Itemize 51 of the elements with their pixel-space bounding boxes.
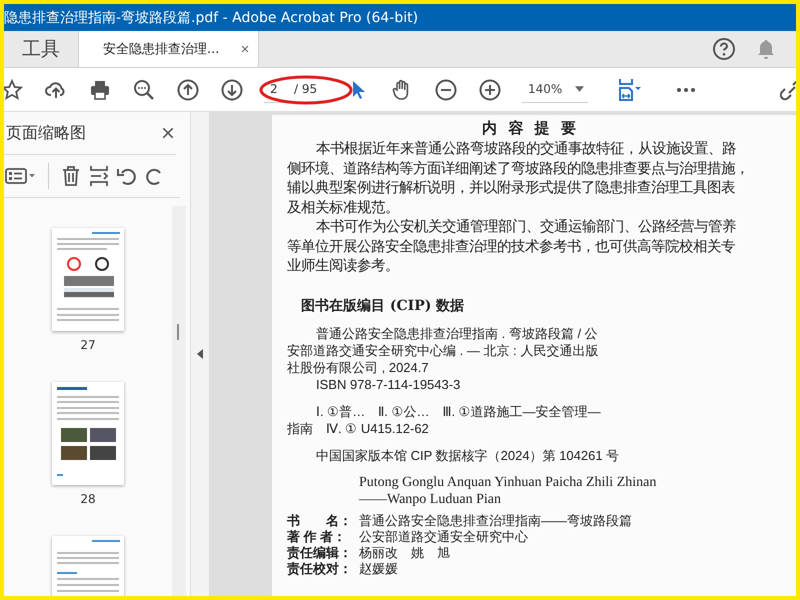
section-heading: 内 容 提 要 <box>481 119 580 138</box>
panel-title: 页面缩略图 <box>6 122 86 144</box>
text-line: Ⅰ. ①普… Ⅱ. ①公… Ⅲ. ①道路施工—安全管理— <box>315 402 602 420</box>
help-icon[interactable] <box>712 37 736 61</box>
close-icon[interactable] <box>240 44 250 54</box>
credit-label: 著 作 者： <box>287 528 348 544</box>
credit-label: 责任编辑： <box>287 544 353 560</box>
credit-label: 书 名： <box>287 512 353 528</box>
next-page-icon <box>220 78 244 102</box>
scrollbar[interactable] <box>172 206 186 596</box>
zoom-dropdown[interactable]: 140% <box>522 76 588 102</box>
page-label: 27 <box>80 338 96 352</box>
text-line: 社股份有限公司 , 2024.7 <box>287 358 430 376</box>
insert-page-icon[interactable] <box>87 164 111 188</box>
text-line: 本书可作为公安机关交通管理部门、交通运输部门、公路经营与管养 <box>315 218 737 237</box>
text-line: 安部道路交通安全研究中心编 . — 北京 : 人民交通出版 <box>287 342 600 358</box>
text-line: 辅以典型案例进行解析说明，并以附录形式提供了隐患排查治理工具图表 <box>287 179 736 198</box>
collapse-arrow-icon[interactable] <box>197 349 203 359</box>
text-line: 业师生阅读参考。 <box>287 257 400 276</box>
text-line: ISBN 978-7-114-19543-3 <box>315 376 462 392</box>
credit-label: 责任校对： <box>287 560 353 576</box>
section-heading: 图书在版编目 (CIP) 数据 <box>301 296 466 314</box>
credit-value: 公安部道路交通安全研究中心 <box>359 528 528 544</box>
text-line: 中国国家版本馆 CIP 数据核字（2024）第 104261 号 <box>315 446 620 464</box>
text-line: Putong Gonglu Anquan Yinhuan Paicha Zhili Zhinan <box>358 474 658 490</box>
text-line: 指南 Ⅳ. ① U415.12-62 <box>287 420 430 436</box>
zoom-search-icon <box>132 78 156 102</box>
text-line: 本书根据近年来普通公路弯坡路段的交通事故特征，从设施设置、路 <box>315 140 737 159</box>
scroll-thumb[interactable] <box>177 324 179 340</box>
credit-value: 赵媛媛 <box>359 560 398 576</box>
caret-icon <box>575 86 584 92</box>
window-title: 隐患排查治理指南-弯坡路段篇.pdf - Adobe Acrobat Pro (64-bit) <box>4 8 418 26</box>
text-line: 侧环境、道路结构等方面详细阐述了弯坡路段的隐患排查要点与治理措施， <box>287 160 750 178</box>
page-thumbnail[interactable] <box>52 228 124 331</box>
tab[interactable]: 安全隐患排查治理... <box>79 31 259 67</box>
more-tools-icon <box>676 86 696 92</box>
zoom-in-icon <box>478 78 502 102</box>
page-number-field[interactable]: 2 <box>270 82 282 96</box>
text-line: 及相关标准规范。 <box>287 198 400 218</box>
page-thumbnail[interactable] <box>52 382 124 485</box>
page-total: / 95 <box>294 82 318 96</box>
text-line: ——Wanpo Luduan Pian <box>358 490 502 508</box>
credit-value: 普通公路安全隐患排查治理指南——弯坡路段篇 <box>359 512 632 528</box>
page-label: 28 <box>80 492 96 506</box>
bookmark-icon <box>4 78 24 102</box>
previous-page-icon <box>176 78 200 102</box>
zoom-out-icon <box>434 78 458 102</box>
credit-value: 杨丽改 姚 旭 <box>359 544 450 560</box>
text-line: 等单位开展公路安全隐患排查治理的技术参考书，也可供高等院校相关专 <box>287 238 736 256</box>
text-line: 普通公路安全隐患排查治理指南 . 弯坡路段篇 / 公 <box>315 324 599 342</box>
close-icon[interactable] <box>160 125 176 141</box>
